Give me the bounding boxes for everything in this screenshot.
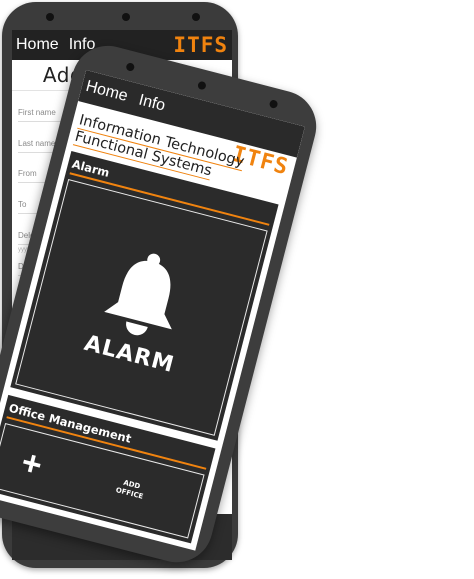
nav-info-link[interactable]: Info <box>137 92 167 116</box>
nav-home-link[interactable]: Home <box>84 78 130 106</box>
camera-icon <box>192 13 200 21</box>
itfs-logo: ITFS <box>173 33 228 57</box>
camera-icon <box>125 62 136 72</box>
bell-icon <box>104 253 172 335</box>
camera-icon <box>268 99 279 109</box>
field-label: To <box>18 200 27 210</box>
camera-icon <box>122 13 130 21</box>
alarm-button[interactable]: ALARM <box>15 179 268 436</box>
alarm-panel: Alarm ALARM <box>10 150 279 441</box>
camera-icon <box>46 13 54 21</box>
field-label: From <box>18 169 37 179</box>
camera-icon <box>197 80 207 91</box>
field-label: Last name <box>18 138 56 148</box>
plus-icon: + <box>17 442 47 485</box>
add-office-label: ADD OFFICE <box>114 478 145 501</box>
nav-home-link[interactable]: Home <box>16 36 59 54</box>
field-label: First name <box>18 107 56 117</box>
